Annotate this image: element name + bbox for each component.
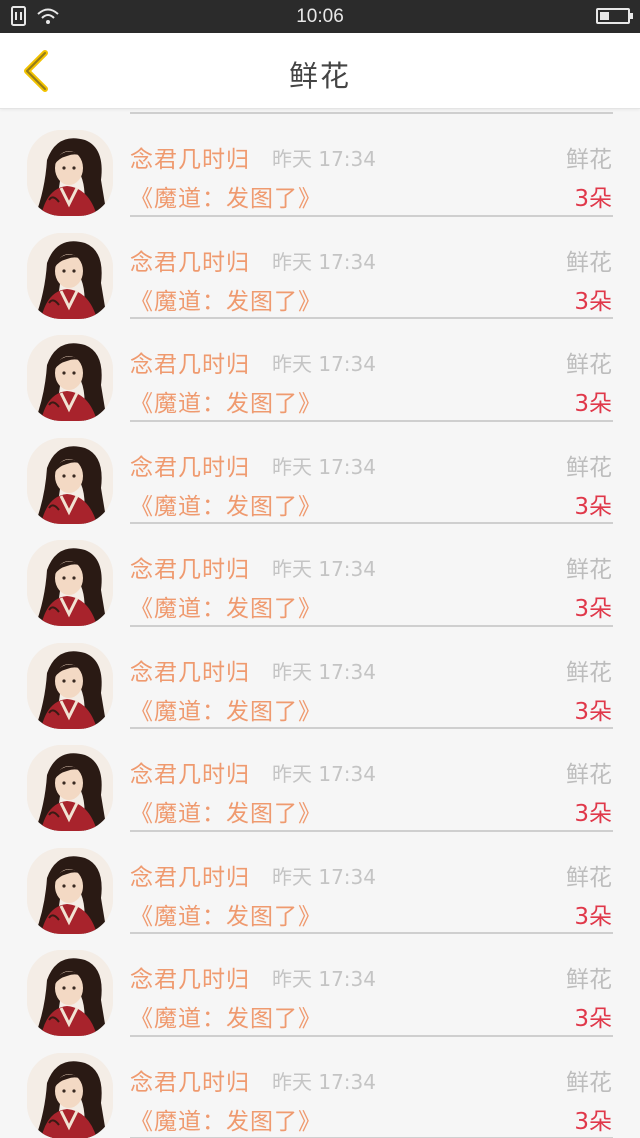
avatar[interactable] xyxy=(27,950,113,1036)
gift-list-inner: 念君几时归 昨天 17:34 鲜花 《魔道：发图了》 3朵 念君几时归 昨天 1… xyxy=(0,110,640,1138)
gift-time: 昨天 17:34 xyxy=(272,1069,376,1094)
gift-row[interactable]: 念君几时归 昨天 17:34 鲜花 《魔道：发图了》 3朵 xyxy=(0,1037,640,1138)
avatar[interactable] xyxy=(27,847,113,934)
gift-type: 鲜花 xyxy=(566,967,612,993)
status-time: 10:06 xyxy=(296,6,344,27)
work-title[interactable]: 《魔道：发图了》 xyxy=(130,897,322,931)
gift-time: 昨天 17:34 xyxy=(272,557,376,581)
battery-level xyxy=(600,12,609,20)
work-title[interactable]: 《魔道：发图了》 xyxy=(130,794,322,828)
sender-name[interactable]: 念君几时归 xyxy=(130,755,250,789)
sender-name[interactable]: 念君几时归 xyxy=(130,960,250,994)
gift-count: 3朵 xyxy=(574,493,612,520)
sender-name[interactable]: 念君几时归 xyxy=(130,448,250,482)
avatar[interactable] xyxy=(27,232,113,319)
gift-type: 鲜花 xyxy=(566,659,612,686)
avatar-image xyxy=(27,540,113,626)
avatar[interactable] xyxy=(27,335,113,421)
sender-name[interactable]: 念君几时归 xyxy=(130,140,250,174)
work-title[interactable]: 《魔道：发图了》 xyxy=(130,282,322,316)
gift-type: 鲜花 xyxy=(566,1069,612,1096)
sender-name[interactable]: 念君几时归 xyxy=(130,858,250,892)
gift-row[interactable]: 念君几时归 昨天 17:34 鲜花 《魔道：发图了》 3朵 xyxy=(0,114,640,217)
header-bar: 鲜花 xyxy=(0,33,640,109)
gift-type: 鲜花 xyxy=(566,249,612,276)
avatar[interactable] xyxy=(27,540,113,626)
avatar[interactable] xyxy=(27,1052,113,1138)
gift-time: 昨天 17:34 xyxy=(272,659,376,684)
avatar-image xyxy=(27,1052,113,1138)
sender-name[interactable]: 念君几时归 xyxy=(130,1063,250,1097)
gift-count: 3朵 xyxy=(574,391,612,417)
avatar-image xyxy=(27,847,113,934)
gift-count: 3朵 xyxy=(574,1108,612,1135)
gift-time: 昨天 17:34 xyxy=(272,352,376,376)
gift-count: 3朵 xyxy=(574,801,612,827)
gift-type: 鲜花 xyxy=(566,762,612,788)
gift-count: 3朵 xyxy=(574,596,612,622)
gift-list[interactable]: 念君几时归 昨天 17:34 鲜花 《魔道：发图了》 3朵 念君几时归 昨天 1… xyxy=(0,110,640,1138)
gift-time: 昨天 17:34 xyxy=(272,249,376,274)
avatar-image xyxy=(27,437,113,524)
avatar[interactable] xyxy=(27,437,113,524)
gift-type: 鲜花 xyxy=(566,557,612,583)
gift-row[interactable]: 念君几时归 昨天 17:34 鲜花 《魔道：发图了》 3朵 xyxy=(0,217,640,319)
gift-row[interactable]: 念君几时归 昨天 17:34 鲜花 《魔道：发图了》 3朵 xyxy=(0,524,640,627)
avatar-image xyxy=(27,232,113,319)
gift-row[interactable]: 念君几时归 昨天 17:34 鲜花 《魔道：发图了》 3朵 xyxy=(0,422,640,524)
work-title[interactable]: 《魔道：发图了》 xyxy=(130,179,322,213)
work-title[interactable]: 《魔道：发图了》 xyxy=(130,384,322,418)
battery-icon xyxy=(596,8,633,24)
gift-count: 3朵 xyxy=(574,698,612,725)
avatar-image xyxy=(27,950,113,1036)
work-title[interactable]: 《魔道：发图了》 xyxy=(130,1102,322,1136)
gift-type: 鲜花 xyxy=(566,454,612,481)
avatar[interactable] xyxy=(27,642,113,729)
sender-name[interactable]: 念君几时归 xyxy=(130,653,250,687)
sender-name[interactable]: 念君几时归 xyxy=(130,550,250,584)
gift-type: 鲜花 xyxy=(566,147,612,173)
avatar[interactable] xyxy=(27,130,113,216)
avatar-image xyxy=(27,642,113,729)
avatar-image xyxy=(27,745,113,831)
sender-name[interactable]: 念君几时归 xyxy=(130,345,250,379)
gift-row[interactable]: 念君几时归 昨天 17:34 鲜花 《魔道：发图了》 3朵 xyxy=(0,934,640,1037)
gift-row[interactable]: 念君几时归 昨天 17:34 鲜花 《魔道：发图了》 3朵 xyxy=(0,832,640,934)
gift-type: 鲜花 xyxy=(566,352,612,378)
gift-count: 3朵 xyxy=(574,186,612,212)
gift-count: 3朵 xyxy=(574,903,612,930)
work-title[interactable]: 《魔道：发图了》 xyxy=(130,589,322,623)
gift-count: 3朵 xyxy=(574,1006,612,1032)
gift-time: 昨天 17:34 xyxy=(272,147,376,171)
avatar[interactable] xyxy=(27,745,113,831)
gift-time: 昨天 17:34 xyxy=(272,762,376,786)
gift-count: 3朵 xyxy=(574,288,612,315)
work-title[interactable]: 《魔道：发图了》 xyxy=(130,487,322,521)
sender-name[interactable]: 念君几时归 xyxy=(130,243,250,277)
status-bar: 10:06 xyxy=(0,0,640,33)
work-title[interactable]: 《魔道：发图了》 xyxy=(130,999,322,1033)
gift-time: 昨天 17:34 xyxy=(272,864,376,889)
gift-row[interactable]: 念君几时归 昨天 17:34 鲜花 《魔道：发图了》 3朵 xyxy=(0,627,640,729)
gift-time: 昨天 17:34 xyxy=(272,967,376,991)
gift-type: 鲜花 xyxy=(566,864,612,891)
work-title[interactable]: 《魔道：发图了》 xyxy=(130,692,322,726)
gift-time: 昨天 17:34 xyxy=(272,454,376,479)
page-title: 鲜花 xyxy=(288,59,351,93)
avatar-image xyxy=(27,130,113,216)
gift-row[interactable]: 念君几时归 昨天 17:34 鲜花 《魔道：发图了》 3朵 xyxy=(0,319,640,422)
gift-row[interactable]: 念君几时归 昨天 17:34 鲜花 《魔道：发图了》 3朵 xyxy=(0,729,640,832)
avatar-image xyxy=(27,335,113,421)
